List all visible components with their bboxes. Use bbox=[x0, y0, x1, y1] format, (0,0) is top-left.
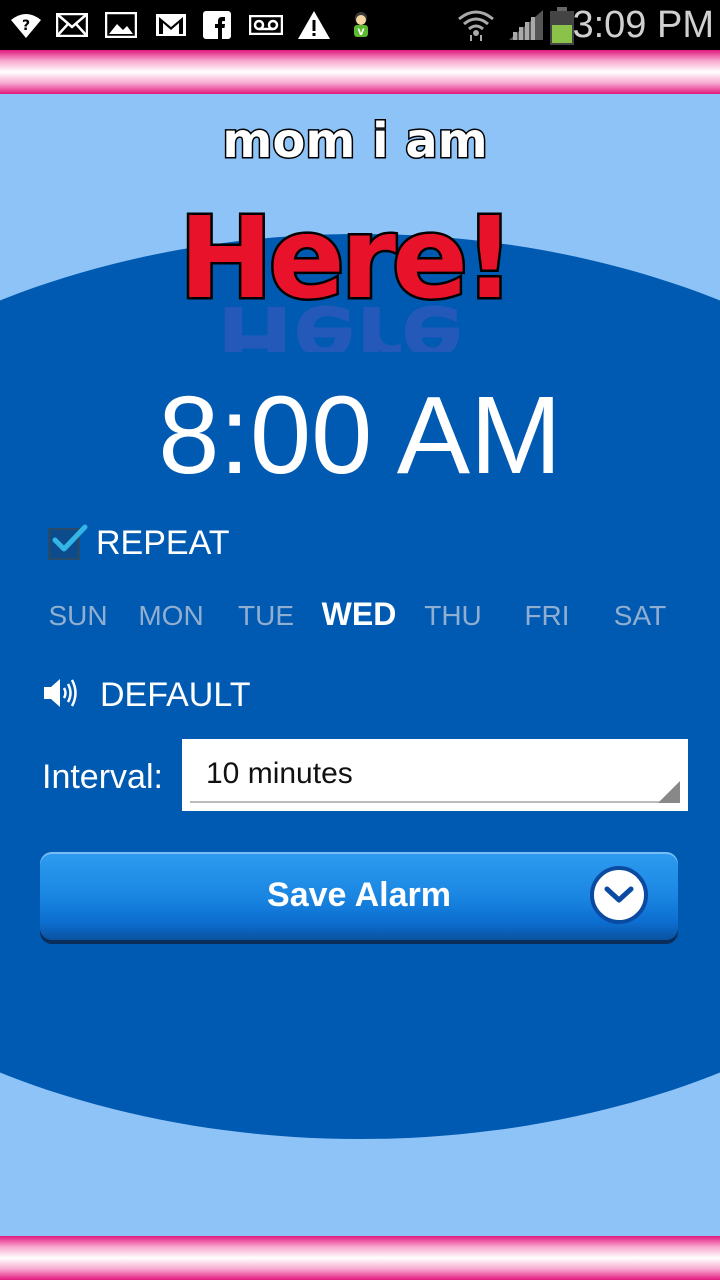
wifi-icon bbox=[456, 10, 496, 41]
repeat-checkbox[interactable] bbox=[48, 524, 88, 560]
repeat-toggle[interactable]: REPEAT bbox=[48, 524, 230, 563]
day-tue[interactable]: TUE bbox=[238, 600, 294, 632]
status-bar: ? V 3:09 PM bbox=[0, 0, 720, 50]
interval-dropdown[interactable]: 10 minutes bbox=[182, 739, 688, 811]
day-thu[interactable]: THU bbox=[424, 600, 482, 632]
wifi-question-icon: ? bbox=[8, 10, 44, 40]
svg-text:V: V bbox=[358, 28, 365, 38]
repeat-label: REPEAT bbox=[96, 524, 230, 562]
day-fri[interactable]: FRI bbox=[524, 600, 569, 632]
checkmark-icon bbox=[52, 524, 88, 551]
sound-selector[interactable]: DEFAULT bbox=[42, 676, 251, 715]
speaker-icon bbox=[42, 676, 78, 715]
bottom-decorative-stripe bbox=[0, 1236, 720, 1280]
save-alarm-button[interactable]: Save Alarm bbox=[40, 852, 678, 940]
warning-icon bbox=[296, 10, 332, 40]
image-icon bbox=[104, 10, 138, 40]
alarm-time[interactable]: 8:00 AM bbox=[0, 372, 720, 499]
top-decorative-stripe bbox=[0, 50, 720, 94]
chevron-down-icon bbox=[590, 866, 648, 924]
svg-text:?: ? bbox=[22, 18, 30, 34]
logo-line2: Here! bbox=[179, 194, 511, 324]
voicemail-icon bbox=[248, 10, 284, 40]
sound-label: DEFAULT bbox=[100, 676, 251, 714]
status-time: 3:09 PM bbox=[572, 4, 714, 46]
gmail-icon bbox=[154, 10, 188, 40]
mascot-icon: V bbox=[344, 10, 378, 40]
day-sun[interactable]: SUN bbox=[48, 600, 107, 632]
logo-line1: mom i am bbox=[222, 113, 487, 169]
interval-value: 10 minutes bbox=[206, 757, 353, 790]
dropdown-underline bbox=[190, 801, 680, 803]
day-wed[interactable]: WED bbox=[322, 596, 397, 633]
mail-icon bbox=[56, 10, 88, 40]
app-logo: mom i am Here Here! bbox=[140, 112, 580, 393]
interval-label: Interval: bbox=[42, 758, 163, 796]
day-sat[interactable]: SAT bbox=[614, 600, 666, 632]
save-alarm-label: Save Alarm bbox=[267, 876, 451, 914]
weekday-selector: SUN MON TUE WED THU FRI SAT bbox=[30, 596, 710, 640]
dropdown-arrow-icon bbox=[658, 781, 680, 803]
facebook-icon bbox=[202, 10, 232, 40]
day-mon[interactable]: MON bbox=[138, 600, 203, 632]
signal-icon bbox=[506, 10, 546, 40]
alarm-screen: mom i am Here Here! 8:00 AM REPEAT SUN M… bbox=[0, 94, 720, 1236]
